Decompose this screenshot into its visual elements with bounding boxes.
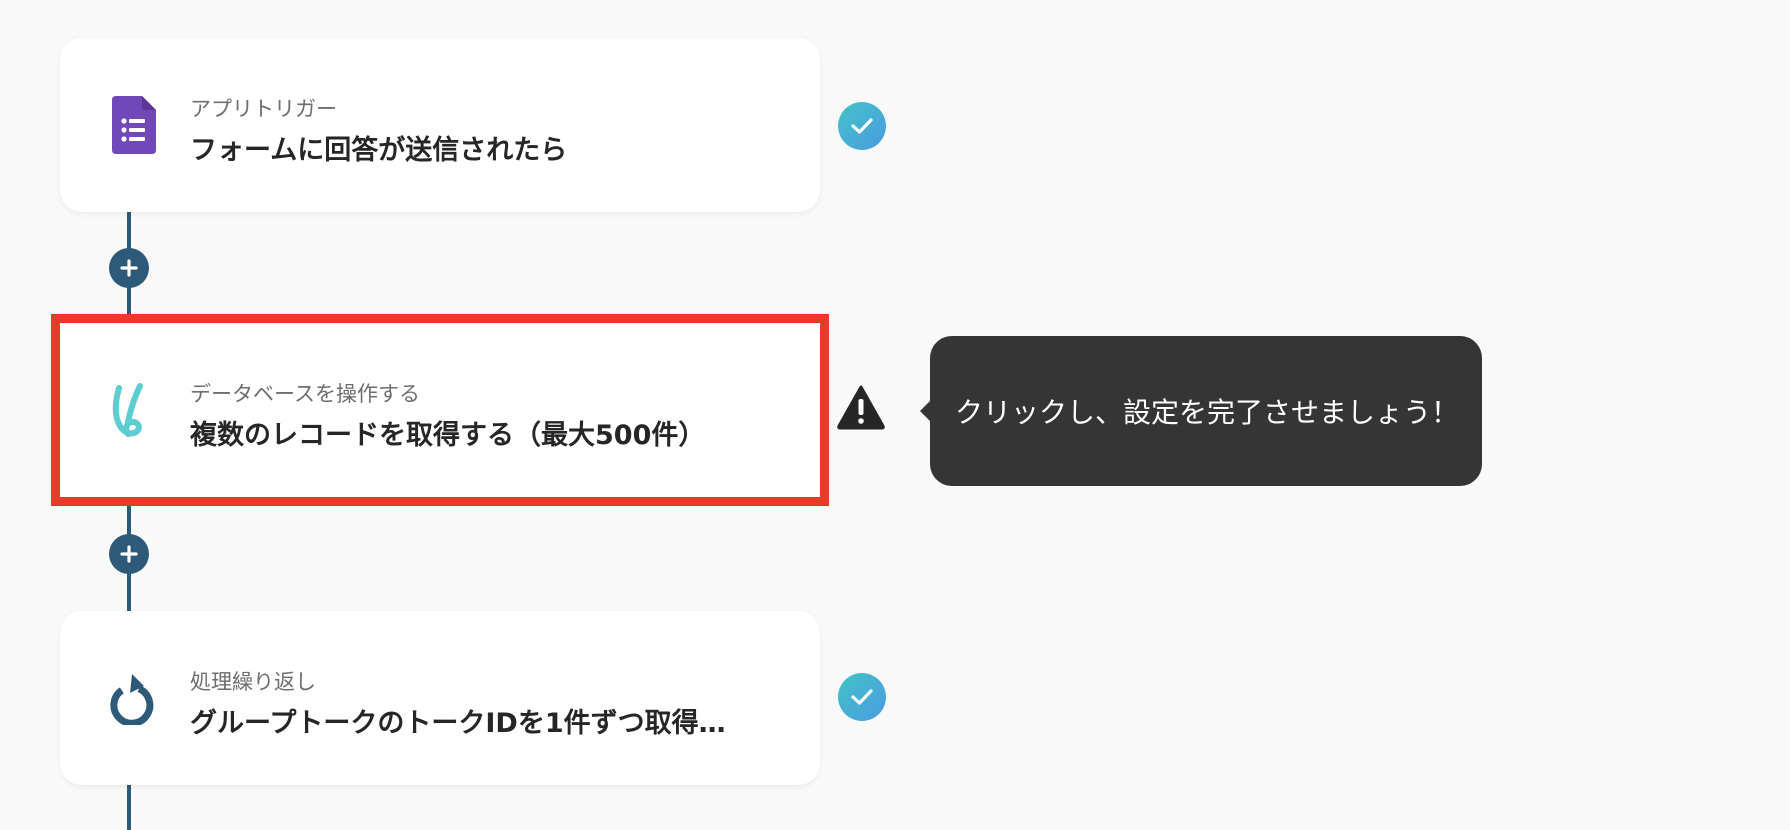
step-type-label: データベースを操作する [190, 382, 420, 406]
check-icon [851, 689, 873, 705]
flow-step-card-loop[interactable]: 処理繰り返し グループトークのトークIDを1件ずつ取得… [60, 611, 820, 785]
check-icon [851, 118, 873, 134]
status-complete-badge [838, 673, 886, 721]
flow-step-card-database[interactable]: データベースを操作する 複数のレコードを取得する（最大500件） [51, 314, 829, 506]
loop-icon [104, 668, 164, 728]
plus-icon [120, 545, 138, 563]
step-title: フォームに回答が送信されたら [190, 135, 568, 166]
add-step-button[interactable] [109, 534, 149, 574]
setup-tooltip: クリックし、設定を完了させましょう！ [920, 336, 1482, 486]
add-step-button[interactable] [109, 248, 149, 288]
step-title: グループトークのトークIDを1件ずつ取得… [190, 708, 726, 739]
step-title: 複数のレコードを取得する（最大500件） [190, 420, 706, 451]
flow-step-card-trigger[interactable]: アプリトリガー フォームに回答が送信されたら [60, 38, 820, 212]
status-complete-badge [838, 102, 886, 150]
google-forms-icon [104, 95, 164, 155]
step-type-label: アプリトリガー [190, 97, 337, 121]
yoom-database-icon [104, 380, 164, 440]
plus-icon [120, 259, 138, 277]
warning-icon [836, 384, 886, 430]
flow-connector-line [127, 785, 131, 830]
step-type-label: 処理繰り返し [190, 670, 316, 694]
tooltip-text: クリックし、設定を完了させましょう！ [955, 396, 1460, 429]
